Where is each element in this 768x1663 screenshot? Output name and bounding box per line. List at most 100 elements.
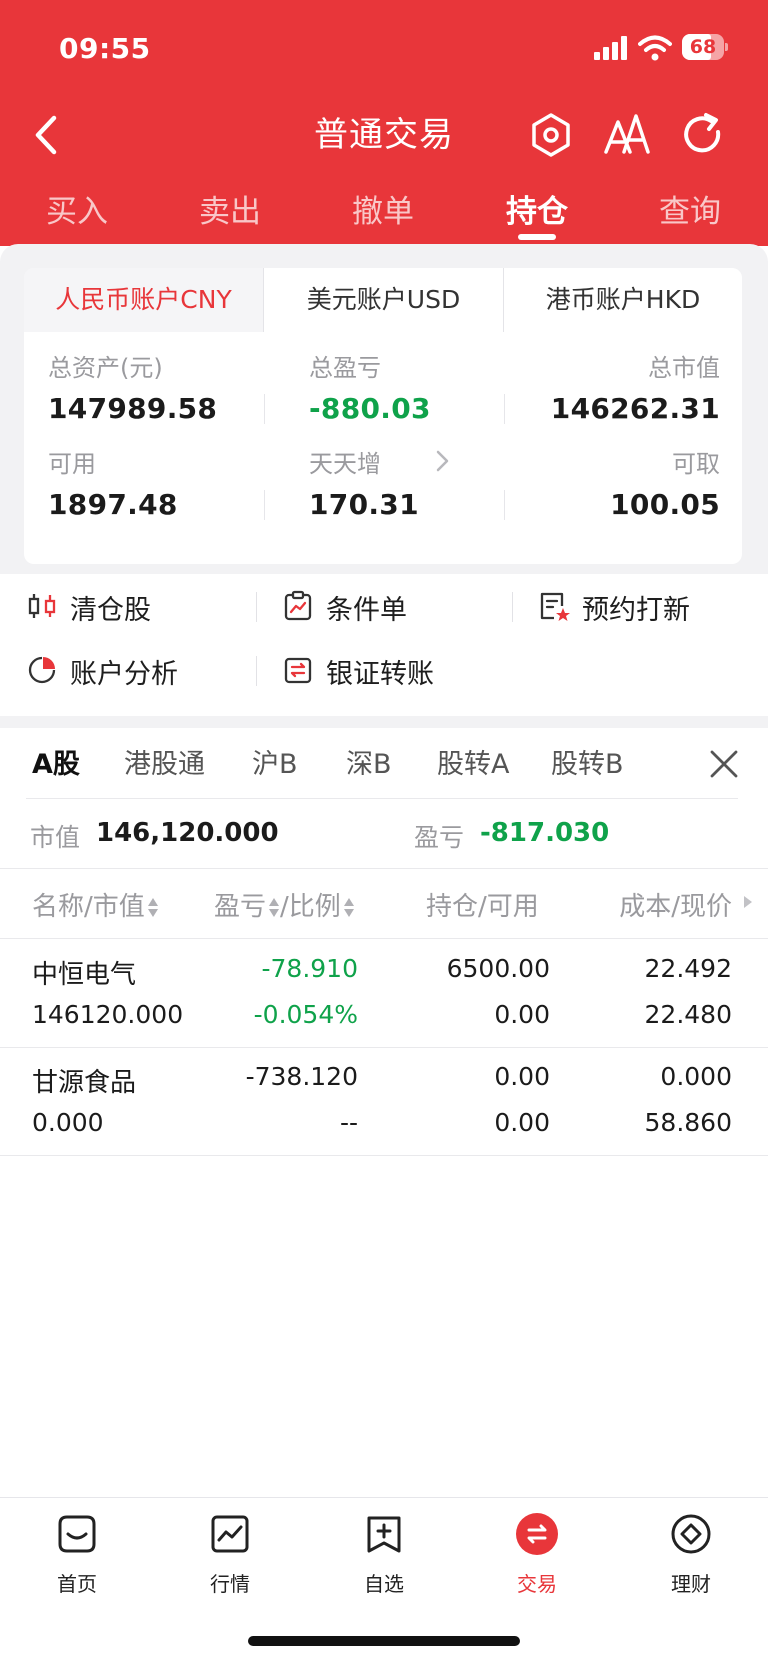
stock-cost: 0.000	[660, 1062, 732, 1091]
watchlist-add-icon	[367, 1516, 401, 1553]
settings-hexagon-icon[interactable]	[526, 110, 576, 160]
refresh-icon[interactable]	[678, 110, 728, 160]
conditional-order-label: 条件单	[326, 595, 407, 626]
holdings-column-header: 名称/市值 盈亏/比例 持仓/可用 成本/现价	[0, 868, 768, 938]
bank-transfer-button[interactable]: 银证转账	[282, 640, 492, 700]
font-size-icon[interactable]	[602, 110, 652, 160]
tab-neeq-b[interactable]: 股转B	[551, 742, 624, 781]
total-assets-value: 147989.58	[48, 392, 218, 425]
nav-home[interactable]: 首页	[22, 1512, 132, 1602]
nav-bar: 普通交易	[0, 100, 768, 170]
available-value: 1897.48	[48, 488, 178, 521]
account-panel: 人民币账户CNY 美元账户USD 港币账户HKD 总资产(元) 147989.5…	[0, 244, 768, 574]
tab-positions[interactable]: 持仓	[477, 186, 597, 231]
ipo-subscribe-button[interactable]: 预约打新	[538, 576, 758, 636]
divider	[0, 1155, 768, 1156]
account-metrics: 总资产(元) 147989.58 总盈亏 -880.03 总市值 146262.…	[24, 332, 742, 564]
market-value-label: 总市值	[648, 354, 720, 382]
scroll-right-icon[interactable]	[744, 896, 752, 908]
page-title: 普通交易	[314, 115, 454, 155]
summary-mv-label: 市值	[30, 823, 81, 852]
close-icon[interactable]	[704, 744, 744, 784]
tab-usd-account[interactable]: 美元账户USD	[264, 268, 504, 332]
col-ratio-label: /比例	[280, 892, 341, 922]
nav-market[interactable]: 行情	[175, 1512, 285, 1602]
tab-cancel-order[interactable]: 撤单	[323, 186, 443, 231]
currency-tabs: 人民币账户CNY 美元账户USD 港币账户HKD	[24, 268, 742, 332]
sort-icon	[268, 896, 280, 920]
cellular-signal-icon	[594, 36, 630, 60]
stock-pl-ratio: --	[339, 1108, 358, 1137]
tab-cny-account[interactable]: 人民币账户CNY	[24, 268, 264, 332]
stock-position: 6500.00	[446, 954, 550, 983]
sort-icon	[147, 896, 159, 920]
col-pl-label: 盈亏	[214, 892, 267, 922]
total-pl-label: 总盈亏	[309, 354, 381, 382]
quick-actions: 清仓股 条件单 预约打新 账户分析 银证转账	[0, 576, 768, 716]
tab-hk-connect[interactable]: 港股通	[124, 742, 205, 781]
summary-pl-value: -817.030	[480, 818, 610, 848]
divider	[256, 656, 257, 686]
divider	[256, 592, 257, 622]
stock-market-value: 0.000	[32, 1108, 104, 1137]
stock-market-value: 146120.000	[32, 1000, 184, 1029]
tab-buy[interactable]: 买入	[17, 186, 137, 231]
tab-sell[interactable]: 卖出	[170, 186, 290, 231]
table-row[interactable]: 中恒电气 146120.000 -78.910 -0.054% 6500.00 …	[0, 940, 768, 1048]
home-indicator	[248, 1636, 520, 1646]
conditional-order-button[interactable]: 条件单	[282, 576, 492, 636]
stock-name: 中恒电气	[32, 960, 137, 990]
nav-wealth[interactable]: 理财	[636, 1512, 746, 1602]
stock-pl-ratio: -0.054%	[253, 1000, 358, 1029]
market-tabs: A股 港股通 沪B 深B 股转A 股转B	[0, 728, 768, 800]
table-row[interactable]: 甘源食品 0.000 -738.120 -- 0.00 0.00 0.000 5…	[0, 1048, 768, 1156]
nav-watchlist-label: 自选	[364, 1572, 404, 1596]
holdings-summary: 市值 146,120.000 盈亏 -817.030	[0, 800, 768, 868]
chevron-right-icon[interactable]	[432, 446, 454, 476]
tab-query[interactable]: 查询	[630, 186, 750, 231]
stock-position: 0.00	[494, 1062, 550, 1091]
nav-watchlist[interactable]: 自选	[329, 1512, 439, 1602]
tab-hkd-account[interactable]: 港币账户HKD	[504, 268, 742, 332]
wealth-icon	[671, 1514, 711, 1554]
tab-a-shares[interactable]: A股	[32, 742, 80, 781]
account-analysis-label: 账户分析	[70, 659, 178, 690]
section-spacer	[0, 716, 768, 728]
total-assets-label: 总资产(元)	[48, 354, 163, 382]
total-pl-value: -880.03	[309, 392, 431, 425]
stock-available: 0.00	[494, 1000, 550, 1029]
back-icon[interactable]	[24, 110, 74, 160]
sort-icon	[343, 896, 355, 920]
status-time: 09:55	[59, 32, 151, 65]
nav-wealth-label: 理财	[671, 1572, 711, 1596]
market-chart-icon	[211, 1515, 249, 1553]
battery-icon: 68	[682, 34, 728, 60]
status-bar: 09:55 68	[0, 0, 768, 90]
stock-available: 0.00	[494, 1108, 550, 1137]
stock-pl: -78.910	[261, 954, 359, 983]
col-name-mv[interactable]: 名称/市值	[32, 886, 159, 923]
trade-tab-bar: 买入 卖出 撤单 持仓 查询	[0, 186, 768, 246]
account-analysis-button[interactable]: 账户分析	[26, 640, 236, 700]
daily-growth-label[interactable]: 天天增	[309, 444, 381, 479]
home-icon	[58, 1515, 96, 1553]
col-cost-price[interactable]: 成本/现价	[619, 886, 732, 923]
divider	[264, 490, 265, 520]
market-value-value: 146262.31	[550, 392, 720, 425]
tab-shanghai-b[interactable]: 沪B	[252, 742, 298, 781]
divider	[512, 592, 513, 622]
divider	[504, 490, 505, 520]
col-position[interactable]: 持仓/可用	[426, 886, 539, 923]
clear-position-button[interactable]: 清仓股	[26, 576, 236, 636]
tab-shenzhen-b[interactable]: 深B	[346, 742, 392, 781]
battery-level: 68	[689, 36, 717, 58]
tab-neeq-a[interactable]: 股转A	[437, 742, 509, 781]
col-pl-ratio[interactable]: 盈亏/比例	[214, 886, 355, 923]
stock-name: 甘源食品	[32, 1068, 137, 1098]
withdrawable-value: 100.05	[610, 488, 720, 521]
nav-trade[interactable]: 交易	[482, 1512, 592, 1602]
wifi-icon	[638, 35, 672, 61]
daily-growth-value: 170.31	[309, 488, 419, 521]
bank-transfer-icon	[284, 657, 312, 684]
stock-cost: 22.492	[644, 954, 732, 983]
